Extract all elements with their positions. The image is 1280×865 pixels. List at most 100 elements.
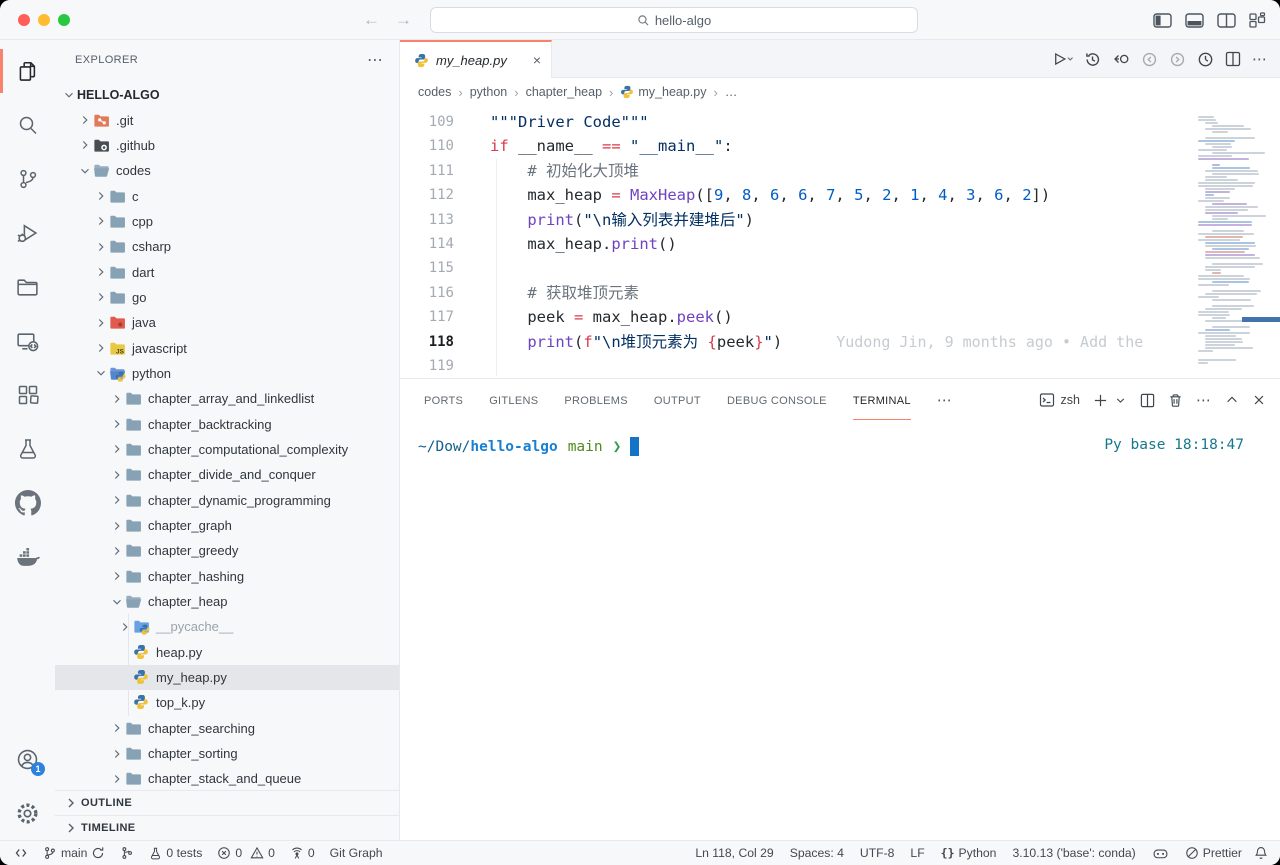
command-center-search[interactable]: hello-algo — [430, 7, 918, 33]
panel-tab-output[interactable]: OUTPUT — [654, 381, 701, 419]
activitybar-accounts[interactable]: 1 — [0, 732, 55, 786]
tree-item-javascript[interactable]: JSjavascript — [55, 335, 399, 360]
run-python-file-icon[interactable] — [1053, 51, 1073, 67]
activitybar-docker[interactable] — [0, 530, 55, 584]
tree-item--git[interactable]: .git — [55, 107, 399, 132]
terminal-output[interactable]: ~/Dow/hello-algo main ❯ Py base 18:18:47 — [400, 421, 1280, 840]
tree-item-c[interactable]: c — [55, 183, 399, 208]
code-editor[interactable]: 109110111112113114115116117118119 """Dri… — [400, 106, 1280, 378]
shell-label[interactable]: zsh — [1061, 393, 1080, 407]
zoom-window-button[interactable] — [58, 14, 70, 26]
tree-item-chapter-searching[interactable]: chapter_searching — [55, 716, 399, 741]
tree-item-chapter-hashing[interactable]: chapter_hashing — [55, 564, 399, 589]
breadcrumb-more[interactable]: … — [725, 85, 738, 99]
minimap[interactable] — [1194, 106, 1280, 378]
new-terminal-icon[interactable] — [1093, 393, 1108, 408]
split-editor-icon[interactable] — [1225, 51, 1241, 67]
terminal-profile-dropdown-icon[interactable] — [1114, 394, 1127, 407]
tree-item-dart[interactable]: dart — [55, 259, 399, 284]
tree-item-chapter-heap[interactable]: chapter_heap — [55, 589, 399, 614]
code-line-115[interactable] — [490, 256, 1280, 280]
customize-layout-icon[interactable] — [1249, 12, 1266, 28]
kill-terminal-icon[interactable] — [1168, 393, 1183, 408]
tree-item-chapter-stack-and-queue[interactable]: chapter_stack_and_queue — [55, 766, 399, 790]
toggle-panel-icon[interactable] — [1185, 13, 1204, 28]
tree-item-top-k-py[interactable]: top_k.py — [55, 690, 399, 715]
tree-item-heap-py[interactable]: heap.py — [55, 640, 399, 665]
open-changes-icon[interactable] — [1112, 51, 1130, 67]
tree-item-chapter-backtracking[interactable]: chapter_backtracking — [55, 411, 399, 436]
tree-item-codes[interactable]: codes — [55, 158, 399, 183]
problems-status[interactable]: 0 0 — [217, 846, 275, 860]
code-line-109[interactable]: """Driver Code""" — [490, 110, 1280, 134]
tree-item-go[interactable]: go — [55, 285, 399, 310]
activitybar-testing[interactable] — [0, 422, 55, 476]
activitybar-github[interactable] — [0, 476, 55, 530]
maximize-panel-icon[interactable] — [1225, 393, 1239, 407]
tab-my-heap-py[interactable]: my_heap.py × — [400, 40, 552, 78]
git-graph-status[interactable]: Git Graph — [330, 846, 383, 860]
code-line-114[interactable]: max_heap.print() — [490, 232, 1280, 256]
activitybar-folders[interactable] — [0, 260, 55, 314]
split-terminal-icon[interactable] — [1140, 393, 1155, 408]
code-line-119[interactable] — [490, 354, 1280, 378]
tree-item-chapter-array-and-linkedlist[interactable]: chapter_array_and_linkedlist — [55, 386, 399, 411]
tree-item-my-heap-py[interactable]: my_heap.py — [55, 665, 399, 690]
ports-status[interactable]: 0 — [290, 846, 315, 860]
copilot-status[interactable] — [1152, 845, 1169, 862]
sidebar-section-timeline[interactable]: TIMELINE — [55, 815, 399, 840]
activitybar-settings[interactable] — [0, 786, 55, 840]
panel-more-actions-icon[interactable]: ⋯ — [1196, 391, 1212, 409]
back-arrow-icon[interactable]: ← — [363, 10, 380, 30]
file-history-icon[interactable] — [1084, 51, 1101, 68]
panel-tab-gitlens[interactable]: GITLENS — [489, 381, 538, 419]
tree-item-python[interactable]: python — [55, 361, 399, 386]
indentation-status[interactable]: Spaces: 4 — [790, 846, 844, 860]
sidebar-section-outline[interactable]: OUTLINE — [55, 790, 399, 815]
code-line-118[interactable]: print(f"\n堆顶元素为 {peek}")Yudong Jin, 9 mo… — [490, 330, 1280, 354]
tree-item-csharp[interactable]: csharp — [55, 234, 399, 259]
previous-change-icon[interactable] — [1141, 51, 1158, 68]
panel-tab-debug-console[interactable]: DEBUG CONSOLE — [727, 381, 827, 419]
gitlens-heatmap-icon[interactable] — [1197, 51, 1214, 68]
tree-item-chapter-dynamic-programming[interactable]: chapter_dynamic_programming — [55, 488, 399, 513]
encoding-status[interactable]: UTF-8 — [860, 846, 895, 860]
breadcrumb-item-python[interactable]: python — [470, 85, 508, 99]
tree-item-java[interactable]: java — [55, 310, 399, 335]
tree-item-chapter-computational-complexity[interactable]: chapter_computational_complexity — [55, 437, 399, 462]
next-change-icon[interactable] — [1169, 51, 1186, 68]
panel-tab-ports[interactable]: PORTS — [424, 381, 463, 419]
minimize-window-button[interactable] — [38, 14, 50, 26]
remote-indicator[interactable] — [14, 846, 28, 860]
panel-tab-terminal[interactable]: TERMINAL — [853, 381, 911, 420]
language-mode-status[interactable]: {} Python — [941, 846, 997, 860]
activitybar-remote-explorer[interactable] — [0, 314, 55, 368]
tree-item-chapter-sorting[interactable]: chapter_sorting — [55, 741, 399, 766]
panel-more-tabs-icon[interactable]: ⋯ — [937, 391, 953, 409]
breadcrumb-item-my-heap-py[interactable]: my_heap.py — [620, 85, 706, 99]
tab-close-icon[interactable]: × — [533, 53, 541, 67]
activitybar-explorer[interactable] — [0, 44, 55, 98]
notifications-bell[interactable] — [1254, 846, 1268, 860]
close-window-button[interactable] — [18, 14, 30, 26]
explorer-more-actions-icon[interactable]: ⋯ — [367, 50, 383, 70]
tree-item-chapter-divide-and-conquer[interactable]: chapter_divide_and_conquer — [55, 462, 399, 487]
activitybar-search[interactable] — [0, 98, 55, 152]
tree-item-hello-algo[interactable]: HELLO-ALGO — [55, 82, 399, 107]
prettier-status[interactable]: Prettier — [1185, 846, 1242, 860]
editor-more-actions-icon[interactable]: ⋯ — [1252, 50, 1268, 68]
tree-item--pycache-[interactable]: __pycache__ — [55, 614, 399, 639]
python-interpreter-status[interactable]: 3.10.13 ('base': conda) — [1012, 846, 1135, 860]
breadcrumb-item-chapter-heap[interactable]: chapter_heap — [526, 85, 602, 99]
tests-status[interactable]: 0 tests — [149, 846, 202, 860]
git-graph-icon-button[interactable] — [120, 846, 134, 860]
toggle-sidebar-icon[interactable] — [1153, 13, 1172, 28]
forward-arrow-icon[interactable]: → — [395, 10, 412, 30]
code-line-110[interactable]: if __name__ == "__main__": — [490, 134, 1280, 158]
code-line-112[interactable]: max_heap = MaxHeap([9, 8, 6, 6, 7, 5, 2,… — [490, 183, 1280, 207]
code-line-111[interactable]: # 初始化大顶堆 — [490, 159, 1280, 183]
cursor-position-status[interactable]: Ln 118, Col 29 — [695, 846, 773, 860]
branch-status[interactable]: main — [43, 846, 105, 860]
split-editor-layout-icon[interactable] — [1217, 13, 1236, 28]
tree-item-cpp[interactable]: cpp — [55, 209, 399, 234]
